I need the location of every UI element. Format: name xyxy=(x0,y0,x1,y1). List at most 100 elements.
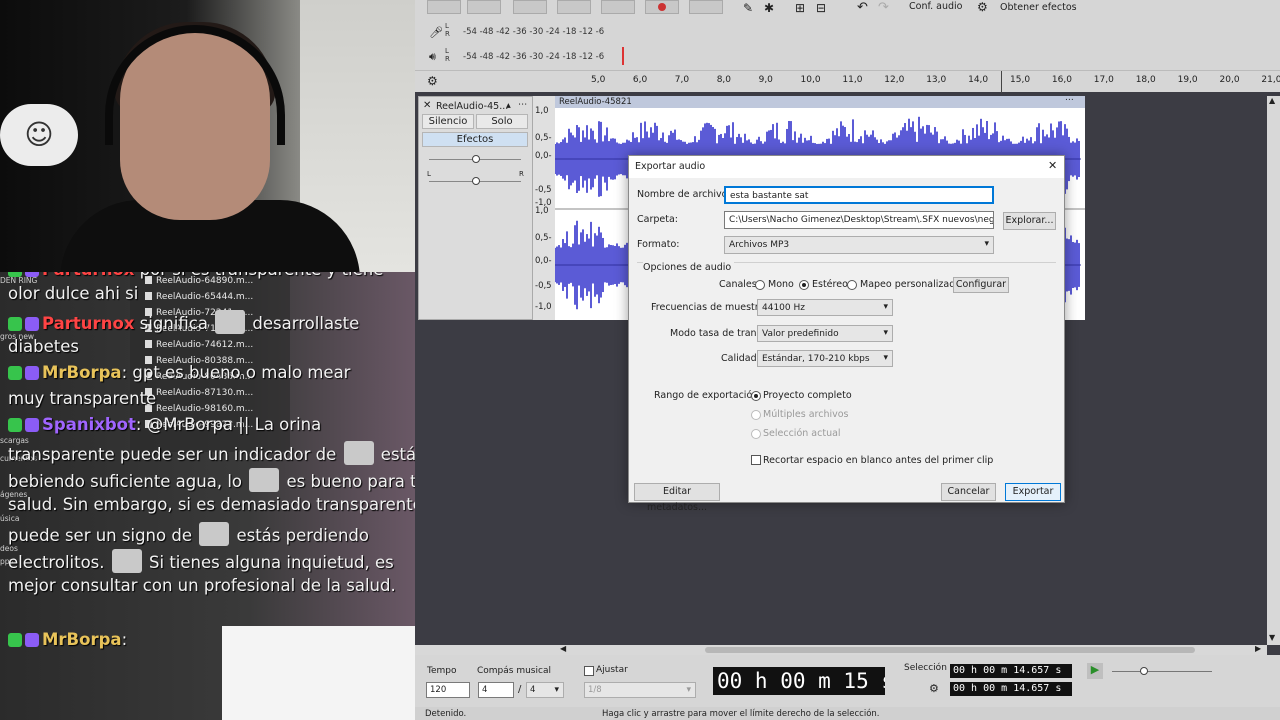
twitch-icon xyxy=(25,317,39,331)
solo-button[interactable]: Solo xyxy=(476,114,528,129)
time-display[interactable]: 00 h 00 m 15 s xyxy=(713,667,885,695)
selection-label: Selección xyxy=(904,663,947,673)
amplitude-tick: 0,5- xyxy=(535,233,552,243)
ruler-tick: 10,0 xyxy=(800,75,821,85)
current-selection-radio[interactable] xyxy=(751,429,761,439)
gain-slider-thumb[interactable] xyxy=(472,155,480,163)
full-project-radio[interactable] xyxy=(751,391,761,401)
draw-tool-icon[interactable]: ✎ xyxy=(743,1,753,15)
custom-mapping-radio[interactable] xyxy=(847,280,857,290)
pan-right-label: R xyxy=(519,170,524,178)
tempo-label: Tempo xyxy=(427,666,457,676)
selection-end-time[interactable]: 00 h 00 m 14.657 s xyxy=(950,682,1072,696)
play-button[interactable] xyxy=(467,0,501,14)
mute-button[interactable]: Silencio xyxy=(422,114,474,129)
folder-label: Carpeta: xyxy=(637,214,678,225)
multiple-files-label[interactable]: Múltiples archivos xyxy=(763,409,849,420)
snap-checkbox[interactable] xyxy=(584,666,594,676)
get-effects-button[interactable]: Obtener efectos xyxy=(1000,2,1077,13)
vertical-scrollbar[interactable]: ▲ ▼ xyxy=(1267,96,1280,645)
tempo-input[interactable]: 120 xyxy=(426,682,470,698)
snap-label: Ajustar xyxy=(596,665,628,675)
redo-icon[interactable]: ↷ xyxy=(878,0,889,15)
track-name[interactable]: ReelAudio-45... xyxy=(436,101,508,112)
selection-start-time[interactable]: 00 h 00 m 14.657 s xyxy=(950,664,1072,678)
filename-input[interactable]: esta bastante sat xyxy=(724,186,994,204)
effects-button[interactable]: Efectos xyxy=(422,132,528,147)
speaker-icon[interactable]: 🔊︎ xyxy=(429,50,436,64)
dialog-close-icon[interactable]: ✕ xyxy=(1048,159,1057,172)
track-menu-icon[interactable]: ⋯ xyxy=(518,99,528,110)
configure-button[interactable]: Configurar xyxy=(953,277,1009,293)
play-meter-scale[interactable]: -54 -48 -42 -36 -30 -24 -18 -12 -6 xyxy=(463,52,604,62)
clip-header[interactable]: ReelAudio-45821 ⋯ xyxy=(555,95,1085,108)
mono-label[interactable]: Mono xyxy=(768,279,794,290)
punch-button[interactable] xyxy=(689,0,723,14)
time-sig-numerator[interactable]: 4 xyxy=(478,682,514,698)
chat-text: por si es transparente y tiene xyxy=(134,272,384,279)
export-audio-dialog: Exportar audio ✕ Nombre de archivo: esta… xyxy=(628,155,1065,513)
export-button[interactable]: Exportar xyxy=(1005,483,1061,501)
file-list-item[interactable]: ReelAudio-74612.m... xyxy=(145,340,253,350)
zoom-fit-icon[interactable]: ⊞ xyxy=(795,1,805,15)
close-track-icon[interactable]: ✕ xyxy=(423,100,431,111)
clip-name: ReelAudio-45821 xyxy=(559,97,632,107)
horizontal-scrollbar[interactable]: ◀ ▶ xyxy=(415,644,1267,655)
edit-metadata-button[interactable]: Editar metadatos... xyxy=(634,483,720,513)
skip-end-button[interactable] xyxy=(557,0,591,14)
pan-slider-thumb[interactable] xyxy=(472,177,480,185)
timeline-settings-icon[interactable]: ⚙ xyxy=(427,74,438,88)
multiple-files-radio[interactable] xyxy=(751,410,761,420)
chat-username[interactable]: MrBorpa xyxy=(42,363,122,382)
cancel-button[interactable]: Cancelar xyxy=(941,483,996,501)
chat-username[interactable]: Parturnox xyxy=(42,272,134,279)
timeline-ruler[interactable]: ⚙ 5,0 6,0 7,0 8,0 9,0 10,0 11,0 12,0 13,0 14,0 15,… xyxy=(415,70,1280,93)
trim-silence-checkbox[interactable] xyxy=(751,455,761,465)
file-list-item[interactable]: ReelAudio-65444.m... xyxy=(145,292,253,302)
collapse-icon[interactable]: ▴ xyxy=(506,100,511,111)
emote-icon xyxy=(343,441,374,465)
snap-select[interactable]: 1/8 xyxy=(584,682,696,698)
stop-button[interactable] xyxy=(513,0,547,14)
time-sig-denominator[interactable]: 4 xyxy=(526,682,564,698)
skip-start-button[interactable] xyxy=(427,0,461,14)
play-at-speed-button[interactable]: ▶ xyxy=(1087,663,1103,679)
undo-icon[interactable]: ↶ xyxy=(857,0,868,15)
mono-radio[interactable] xyxy=(755,280,765,290)
chat-username[interactable]: Spanixbot xyxy=(42,415,136,434)
speed-slider[interactable] xyxy=(1112,671,1212,672)
current-selection-label[interactable]: Selección actual xyxy=(763,428,841,439)
format-select[interactable]: Archivos MP3 xyxy=(724,236,994,254)
multi-tool-icon[interactable]: ✱ xyxy=(764,1,774,15)
conf-audio-button[interactable]: Conf. audio xyxy=(909,1,962,12)
folder-input[interactable]: C:\Users\Nacho Gimenez\Desktop\Stream\.S… xyxy=(724,211,994,229)
zoom-toggle-icon[interactable]: ⊟ xyxy=(816,1,826,15)
quality-select[interactable]: Estándar, 170-210 kbps xyxy=(757,350,893,367)
file-list-item[interactable]: ReelAudio-87130.m... xyxy=(145,388,253,398)
file-list-item[interactable]: ReelAudio-98160.m... xyxy=(145,404,253,414)
custom-mapping-label[interactable]: Mapeo personalizado xyxy=(860,279,961,290)
clip-menu-icon[interactable]: ⋯ xyxy=(1065,95,1074,105)
emote-icon xyxy=(111,549,142,573)
amplitude-tick: -0,5 xyxy=(535,281,552,291)
browse-button[interactable]: Explorar... xyxy=(1003,212,1056,230)
sample-rate-select[interactable]: 44100 Hz xyxy=(757,299,893,316)
scroll-thumb[interactable] xyxy=(705,647,1195,653)
trim-silence-label[interactable]: Recortar espacio en blanco antes del pri… xyxy=(763,455,993,466)
record-button[interactable] xyxy=(645,0,679,14)
bitrate-mode-select[interactable]: Valor predefinido xyxy=(757,325,893,342)
amplitude-tick: 0,5- xyxy=(535,133,552,143)
time-signature-label: Compás musical xyxy=(477,666,551,676)
full-project-label[interactable]: Proyecto completo xyxy=(763,390,852,401)
loop-button[interactable] xyxy=(601,0,635,14)
stereo-label[interactable]: Estéreo xyxy=(812,279,848,290)
speed-slider-thumb[interactable] xyxy=(1140,667,1148,675)
selection-settings-icon[interactable]: ⚙ xyxy=(929,682,939,695)
stereo-radio[interactable] xyxy=(799,280,809,290)
chat-username[interactable]: Parturnox xyxy=(42,314,134,333)
record-meter-scale[interactable]: -54 -48 -42 -36 -30 -24 -18 -12 -6 xyxy=(463,27,604,37)
chat-username[interactable]: MrBorpa xyxy=(42,630,122,649)
ruler-tick: 9,0 xyxy=(758,75,773,85)
microphone-icon[interactable]: 🎤︎ xyxy=(429,26,443,39)
chat-line: electrolitos. Si tienes alguna inquietud… xyxy=(8,549,394,573)
